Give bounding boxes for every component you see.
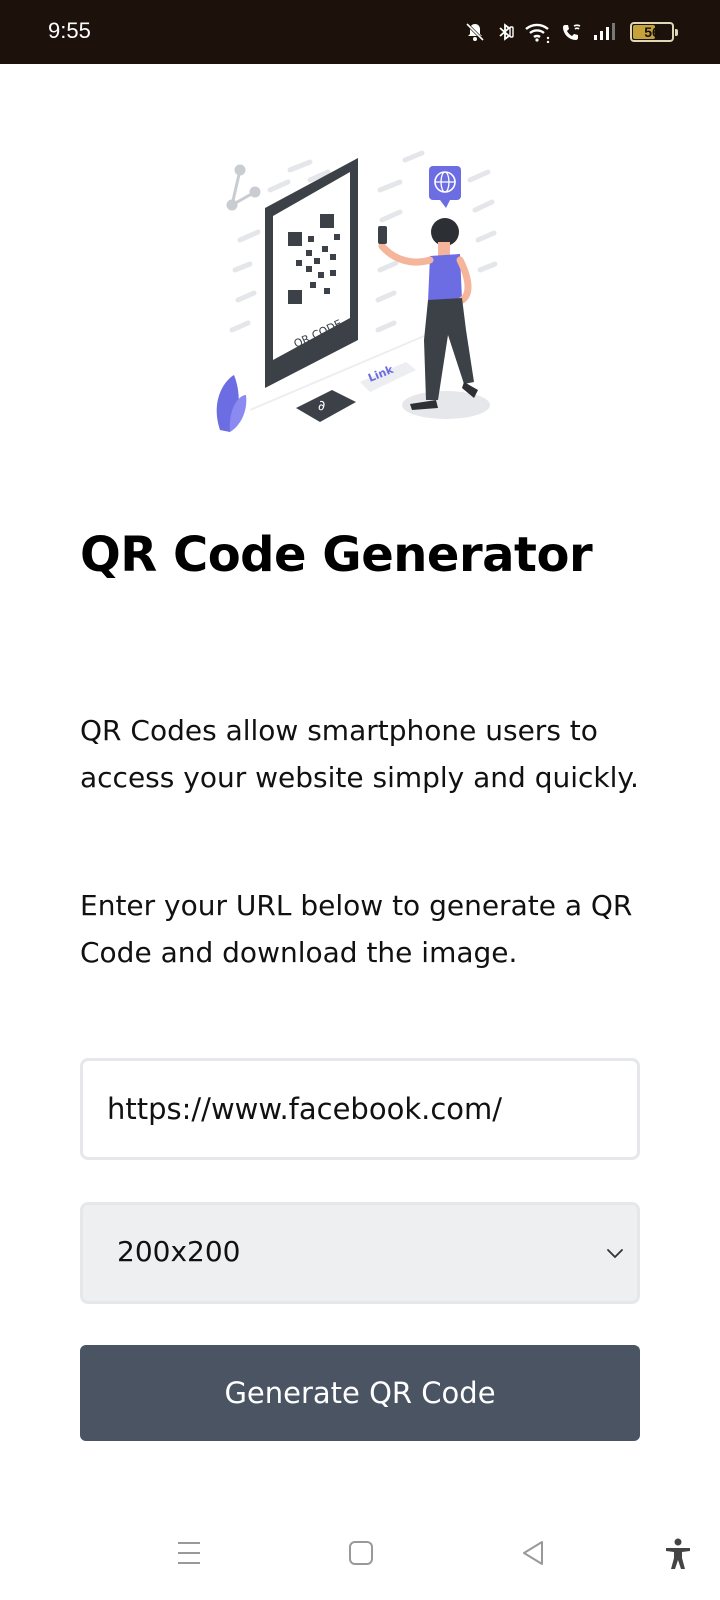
battery-level: 56 [644,24,660,40]
url-input[interactable] [80,1058,640,1160]
size-select-value: 200x200 [117,1235,241,1268]
home-icon[interactable] [348,1538,374,1572]
instruction-paragraph: Enter your URL below to generate a QR Co… [80,889,633,969]
back-icon[interactable] [520,1538,546,1572]
chevron-down-icon [605,1245,625,1264]
battery-icon: 56 [630,22,678,42]
wifi-calling-icon [560,21,584,43]
generate-qr-button[interactable]: Generate QR Code [80,1345,640,1441]
bluetooth-icon [494,21,516,43]
status-icons: 56 [464,18,678,46]
status-time: 9:55 [48,18,91,43]
recents-icon[interactable] [176,1538,202,1572]
system-nav-bar [0,1520,720,1590]
svg-text:∂: ∂ [318,398,325,414]
bell-off-icon [464,21,486,43]
accessibility-icon[interactable] [664,1538,692,1574]
intro-paragraph: QR Codes allow smartphone users to acces… [80,714,639,794]
signal-icon [592,21,618,43]
status-bar: 9:55 56 [0,0,720,64]
size-select[interactable]: 200x200 [80,1202,640,1304]
wifi-icon [524,21,552,43]
qr-illustration: QR CODE ∂ Link [210,150,510,445]
page-title: QR Code Generator [80,527,593,583]
